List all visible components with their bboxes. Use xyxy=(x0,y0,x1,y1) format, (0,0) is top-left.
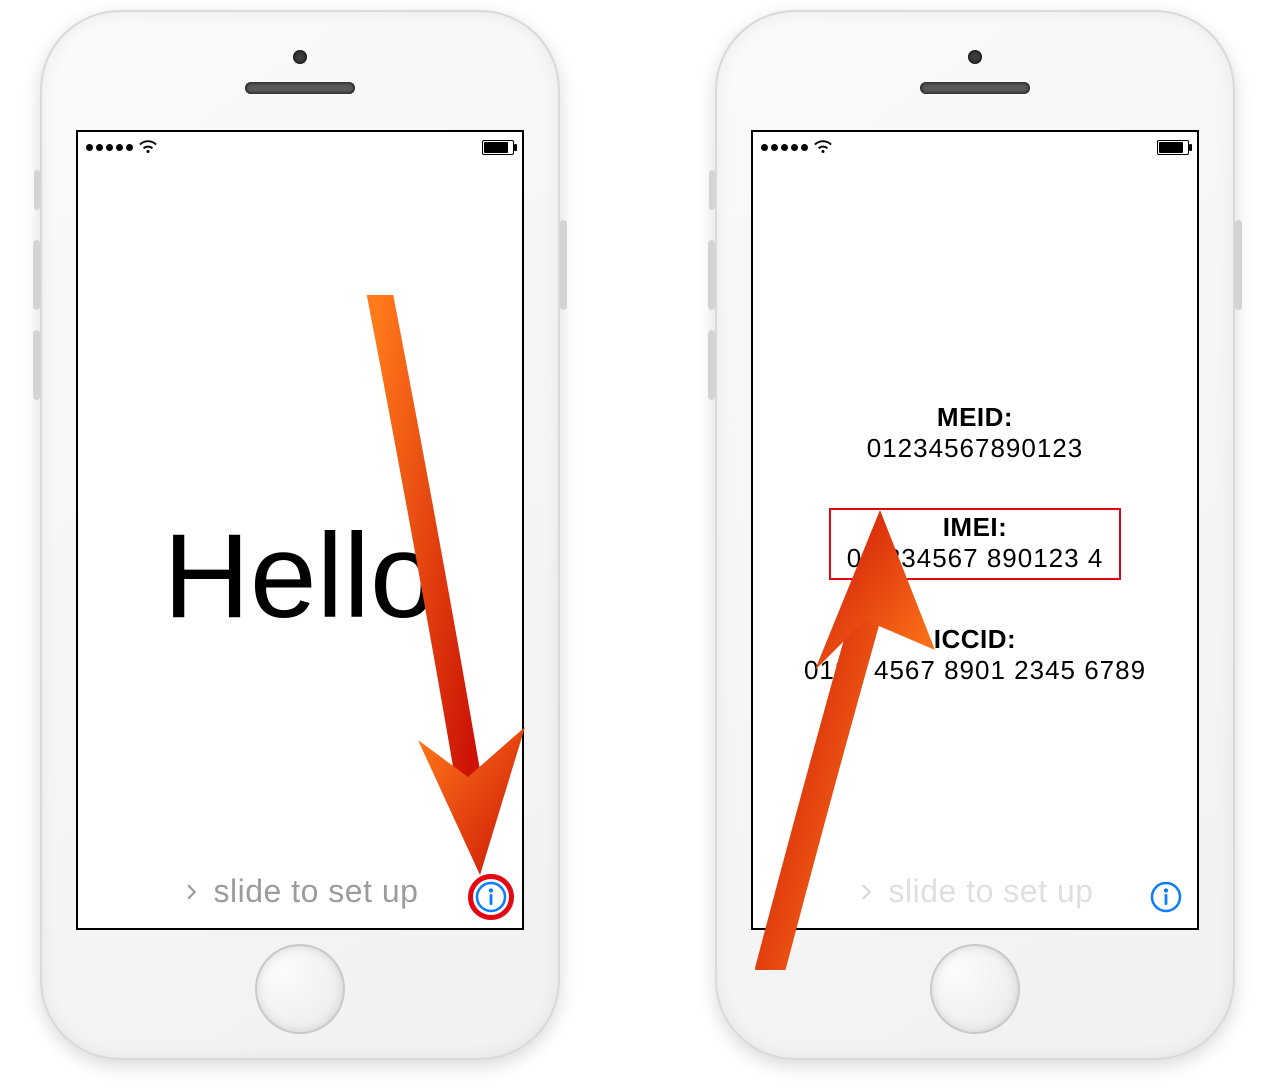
home-button[interactable] xyxy=(255,944,345,1034)
welcome-greeting: Hello xyxy=(78,507,522,645)
volume-down-button xyxy=(33,330,40,400)
chevron-right-icon xyxy=(857,878,875,906)
chevron-right-icon xyxy=(182,878,200,906)
slide-to-setup[interactable]: slide to set up xyxy=(182,873,419,910)
mute-switch xyxy=(34,170,40,210)
status-bar xyxy=(78,132,522,162)
slide-to-setup-label: slide to set up xyxy=(889,873,1094,910)
power-button xyxy=(560,220,567,310)
iphone-device-right: MEID: 01234567890123 IMEI: 01 234567 890… xyxy=(715,10,1235,1060)
annotation-highlight-box: IMEI: 01 234567 890123 4 xyxy=(829,508,1122,580)
volume-up-button xyxy=(33,240,40,310)
wifi-icon xyxy=(814,138,832,156)
signal-icon xyxy=(761,144,808,151)
imei-value: 01 234567 890123 4 xyxy=(847,543,1104,574)
volume-down-button xyxy=(708,330,715,400)
screen-welcome: Hello slide to set up xyxy=(76,130,524,930)
home-button[interactable] xyxy=(930,944,1020,1034)
signal-icon xyxy=(86,144,133,151)
iphone-device-left: Hello slide to set up xyxy=(40,10,560,1060)
battery-icon xyxy=(1157,140,1189,155)
iccid-row: ICCID: 0123 4567 8901 2345 6789 xyxy=(753,624,1197,686)
front-camera-icon xyxy=(293,50,307,64)
front-camera-icon xyxy=(968,50,982,64)
imei-row: IMEI: 01 234567 890123 4 xyxy=(753,508,1197,580)
slide-to-setup-label: slide to set up xyxy=(214,873,419,910)
battery-icon xyxy=(482,140,514,155)
info-button[interactable] xyxy=(1149,880,1183,914)
volume-up-button xyxy=(708,240,715,310)
power-button xyxy=(1235,220,1242,310)
mute-switch xyxy=(709,170,715,210)
meid-value: 01234567890123 xyxy=(753,433,1197,464)
meid-label: MEID: xyxy=(753,402,1197,433)
wifi-icon xyxy=(139,138,157,156)
earpiece xyxy=(920,82,1030,94)
status-bar xyxy=(753,132,1197,162)
meid-row: MEID: 01234567890123 xyxy=(753,402,1197,464)
earpiece xyxy=(245,82,355,94)
iccid-value: 0123 4567 8901 2345 6789 xyxy=(753,655,1197,686)
screen-device-info: MEID: 01234567890123 IMEI: 01 234567 890… xyxy=(751,130,1199,930)
iccid-label: ICCID: xyxy=(753,624,1197,655)
slide-to-setup[interactable]: slide to set up xyxy=(857,873,1094,910)
imei-label: IMEI: xyxy=(847,512,1104,543)
info-button[interactable] xyxy=(474,880,508,914)
